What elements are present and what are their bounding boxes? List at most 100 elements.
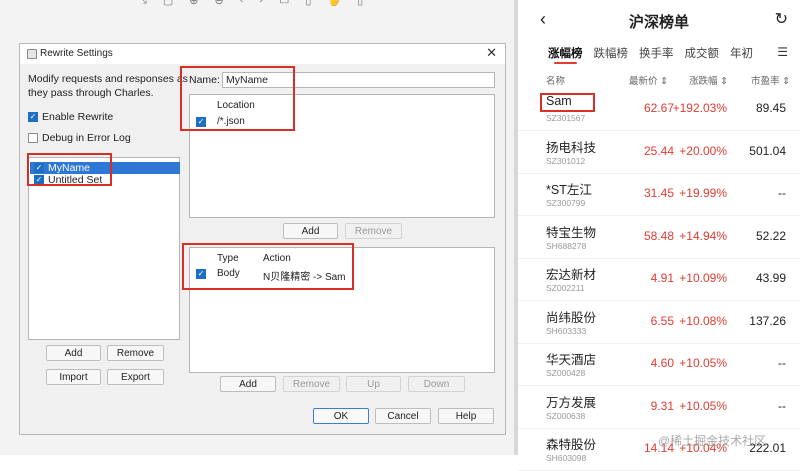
watermark: @稀土掘金技术社区: [658, 434, 767, 448]
stock-change: +10.05%: [679, 356, 727, 370]
highlight-box-stock: [540, 93, 595, 112]
page-title: 沪深榜单: [628, 14, 689, 31]
import-button[interactable]: Import: [46, 369, 101, 385]
trash-icon[interactable]: ▯: [357, 0, 363, 7]
remove-location-button[interactable]: Remove: [345, 223, 402, 239]
stock-ranking-screen: ‹ 沪深榜单 ↻ 涨幅榜 跌幅榜 换手率 成交额 年初 ☰ 名称 最新价 ⇕ 涨…: [518, 0, 800, 471]
ranking-tabs: 涨幅榜 跌幅榜 换手率 成交额 年初: [548, 45, 764, 64]
stock-code: SZ002211: [546, 283, 585, 293]
stock-code: SZ000638: [546, 410, 586, 421]
stock-code: SZ000428: [546, 368, 586, 378]
tab-losers[interactable]: 跌幅榜: [594, 45, 629, 61]
stock-name: *ST左江: [546, 183, 592, 197]
remove-set-button[interactable]: Remove: [107, 345, 164, 361]
zoom-out-icon[interactable]: ⊖: [214, 0, 223, 7]
stock-row[interactable]: 华天酒店 SZ000428 4.60 +10.05% --: [518, 345, 800, 386]
stock-price: 9.31: [650, 398, 674, 413]
stock-row[interactable]: 尚纬股份 SH603333 6.55 +10.08% 137.26: [518, 303, 800, 344]
stock-change: +20.00%: [679, 143, 727, 158]
ok-button[interactable]: OK: [313, 408, 369, 424]
tab-turnover-rate[interactable]: 换手率: [639, 45, 674, 61]
stock-name: 特宝生物: [546, 225, 597, 240]
cancel-button[interactable]: Cancel: [375, 408, 431, 424]
stock-price: 4.91: [650, 271, 674, 285]
export-button[interactable]: Export: [107, 369, 164, 385]
stock-change: +192.03%: [672, 101, 727, 115]
column-header-name: 名称: [546, 76, 566, 87]
stock-pe: --: [778, 356, 786, 370]
stock-price: 6.55: [650, 313, 674, 328]
zoom-in-icon[interactable]: ⊕: [189, 0, 198, 7]
refresh-icon[interactable]: ↻: [775, 9, 788, 29]
remove-rule-button[interactable]: Remove: [283, 376, 340, 392]
stock-change: +14.94%: [679, 228, 727, 243]
toolbar-icons: ⤡ ▢ ⊕ ⊖ ‹ › ▭ ▯ ✋ ▯: [138, 0, 363, 7]
stock-name: 尚纬股份: [546, 310, 597, 325]
stock-price: 31.45: [643, 186, 674, 200]
help-button[interactable]: Help: [438, 408, 494, 424]
checkbox-checked-icon[interactable]: ✓: [28, 112, 38, 122]
app-icon: [27, 49, 37, 59]
stock-pe: 89.45: [755, 101, 786, 115]
debug-error-log-checkbox[interactable]: Debug in Error Log: [28, 132, 131, 144]
column-header-price[interactable]: 最新价 ⇕: [629, 73, 668, 87]
up-button[interactable]: Up: [346, 376, 401, 392]
stock-pe: 43.99: [755, 271, 786, 285]
close-icon[interactable]: ✕: [486, 45, 497, 61]
stock-pe: 137.26: [749, 313, 786, 328]
column-header-pe[interactable]: 市盈率 ⇕: [751, 73, 790, 87]
dialog-description: Modify requests and responses as they pa…: [28, 73, 188, 99]
enable-rewrite-checkbox[interactable]: ✓ Enable Rewrite: [28, 111, 113, 123]
stock-pe: 501.04: [749, 143, 786, 158]
tab-gainers[interactable]: 涨幅榜: [548, 45, 583, 64]
add-set-button[interactable]: Add: [46, 345, 101, 361]
stock-price: 4.60: [650, 356, 674, 370]
rewrite-settings-dialog: Rewrite Settings ✕ Modify requests and r…: [19, 43, 506, 435]
add-location-button[interactable]: Add: [283, 223, 338, 239]
stock-price: 58.48: [643, 228, 674, 243]
checkbox-unchecked-icon[interactable]: [28, 133, 38, 143]
stock-price: 25.44: [643, 143, 674, 158]
tab-turnover-amount[interactable]: 成交额: [685, 45, 720, 61]
dialog-title: Rewrite Settings: [40, 48, 113, 59]
undo-icon[interactable]: ‹: [240, 0, 244, 7]
stock-name: 森特股份: [546, 438, 597, 452]
stock-row[interactable]: *ST左江 SZ300799 31.45 +19.99% --: [518, 175, 800, 216]
stock-row[interactable]: 宏达新材 SZ002211 4.91 +10.09% 43.99: [518, 260, 800, 301]
stock-code: SH688278: [546, 240, 587, 251]
share-icon[interactable]: ▯: [305, 0, 311, 7]
copy-icon[interactable]: ▭: [279, 0, 289, 7]
stock-code: SZ301567: [546, 113, 586, 123]
stock-price: 62.67: [643, 101, 674, 115]
stock-name: 宏达新材: [546, 268, 597, 282]
column-header-change[interactable]: 涨跌幅 ⇕: [689, 73, 728, 87]
stock-code: SZ300799: [546, 198, 586, 208]
add-rule-button[interactable]: Add: [220, 376, 276, 392]
dialog-titlebar: Rewrite Settings ✕: [20, 44, 505, 64]
stock-code: SZ301012: [546, 155, 586, 166]
highlight-box-sets: [27, 153, 112, 186]
stock-row[interactable]: 扬电科技 SZ301012 25.44 +20.00% 501.04: [518, 133, 800, 174]
stock-name: 华天酒店: [546, 353, 597, 367]
stock-change: +10.05%: [679, 398, 727, 413]
enable-rewrite-label: Enable Rewrite: [42, 111, 114, 123]
stock-pe: 52.22: [755, 228, 786, 243]
highlight-box-location: [180, 66, 295, 131]
stock-pe: --: [778, 186, 786, 200]
stock-row[interactable]: 万方发展 SZ000638 9.31 +10.05% --: [518, 388, 800, 429]
stock-change: +10.08%: [679, 313, 727, 328]
redo-icon[interactable]: ›: [259, 0, 263, 7]
stock-change: +19.99%: [679, 186, 727, 200]
stock-row[interactable]: 特宝生物 SH688278 58.48 +14.94% 52.22: [518, 218, 800, 259]
stock-code: SH603333: [546, 325, 587, 336]
menu-icon[interactable]: ☰: [777, 45, 788, 59]
down-button[interactable]: Down: [408, 376, 465, 392]
hand-icon[interactable]: ✋: [327, 0, 341, 7]
highlight-box-rule: [182, 243, 354, 290]
image-icon[interactable]: ▢: [163, 0, 173, 7]
expand-icon[interactable]: ⤡: [138, 0, 147, 7]
desktop-area: ⤡ ▢ ⊕ ⊖ ‹ › ▭ ▯ ✋ ▯ Rewrite Settings ✕ M…: [0, 0, 514, 455]
stock-name: 万方发展: [546, 395, 597, 410]
tab-ytd[interactable]: 年初: [730, 45, 753, 61]
stock-name: 扬电科技: [546, 140, 597, 155]
